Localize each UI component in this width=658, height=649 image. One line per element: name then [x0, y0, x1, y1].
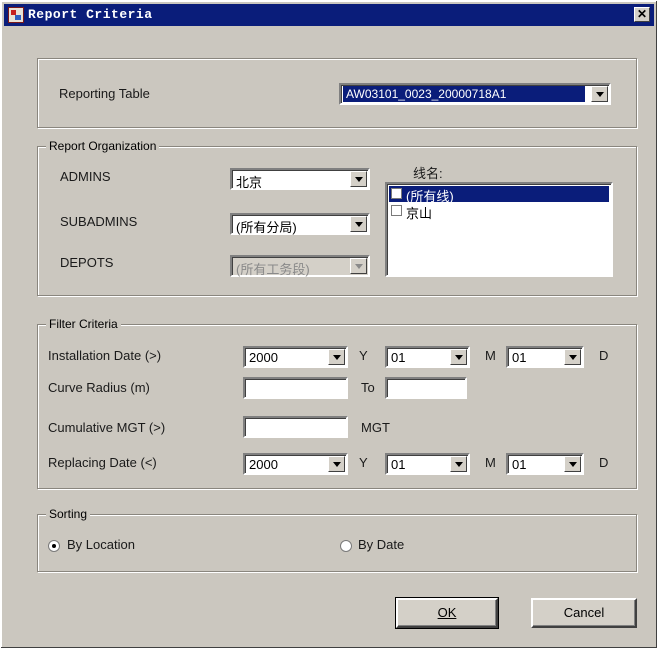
curve-radius-to-label: To — [361, 380, 375, 395]
replacing-day-select[interactable]: 01 — [506, 453, 584, 475]
installation-month-select[interactable]: 01 — [385, 346, 470, 368]
report-organization-title: Report Organization — [46, 139, 160, 153]
replacing-date-label: Replacing Date (<) — [48, 455, 157, 470]
replacing-month-value: 01 — [391, 457, 406, 472]
cumulative-mgt-label: Cumulative MGT (>) — [48, 420, 166, 435]
chevron-down-icon[interactable] — [564, 349, 581, 365]
report-organization-group: Report Organization ADMINS 北京 SUBADMINS … — [37, 139, 637, 296]
subadmins-label: SUBADMINS — [60, 214, 138, 229]
ok-button[interactable]: OK — [395, 597, 499, 629]
app-icon — [8, 7, 24, 23]
reporting-table-value: AW03101_0023_20000718A1 — [343, 86, 585, 102]
chevron-down-icon[interactable] — [591, 86, 608, 102]
depots-label: DEPOTS — [60, 255, 114, 270]
reporting-table-group: Reporting Table AW03101_0023_20000718A1 — [37, 58, 637, 128]
close-button[interactable]: ✕ — [634, 7, 650, 22]
window-title: Report Criteria — [28, 7, 153, 22]
subadmins-select[interactable]: (所有分局) — [230, 213, 370, 235]
admins-select[interactable]: 北京 — [230, 168, 370, 190]
chevron-down-icon[interactable] — [450, 349, 467, 365]
replacing-day-value: 01 — [512, 457, 527, 472]
curve-radius-to-input[interactable] — [385, 377, 467, 399]
curve-radius-label: Curve Radius (m) — [48, 380, 150, 395]
depots-select: (所有工务段) — [230, 255, 370, 277]
cancel-button[interactable]: Cancel — [531, 598, 637, 628]
chevron-down-icon — [350, 258, 367, 274]
by-location-label[interactable]: By Location — [67, 537, 135, 552]
list-item-label: 京山 — [406, 206, 433, 221]
sorting-group: Sorting By Location By Date — [37, 507, 637, 572]
year-unit-label: Y — [359, 455, 368, 470]
year-unit-label: Y — [359, 348, 368, 363]
reporting-table-select[interactable]: AW03101_0023_20000718A1 — [339, 83, 611, 105]
month-unit-label: M — [485, 348, 496, 363]
list-item[interactable]: (所有线) — [389, 186, 609, 204]
chevron-down-icon[interactable] — [450, 456, 467, 472]
by-date-label[interactable]: By Date — [358, 537, 404, 552]
replacing-year-select[interactable]: 2000 — [243, 453, 348, 475]
replacing-year-value: 2000 — [249, 457, 278, 472]
by-location-radio[interactable] — [48, 540, 60, 552]
installation-day-select[interactable]: 01 — [506, 346, 584, 368]
report-criteria-dialog: Report Criteria ✕ Reporting Table AW0310… — [0, 0, 658, 649]
by-date-radio[interactable] — [340, 540, 352, 552]
subadmins-value: (所有分局) — [236, 220, 297, 235]
chevron-down-icon[interactable] — [564, 456, 581, 472]
admins-value: 北京 — [236, 175, 263, 190]
mgt-unit-label: MGT — [361, 420, 390, 435]
depots-value: (所有工务段) — [236, 262, 310, 277]
installation-date-label: Installation Date (>) — [48, 348, 162, 363]
installation-month-value: 01 — [391, 350, 406, 365]
reporting-table-label: Reporting Table — [59, 86, 150, 101]
day-unit-label: D — [599, 455, 609, 470]
checkbox[interactable] — [391, 188, 402, 199]
line-name-label: 线名: — [413, 166, 443, 181]
title-bar[interactable]: Report Criteria ✕ — [4, 4, 654, 26]
installation-day-value: 01 — [512, 350, 527, 365]
month-unit-label: M — [485, 455, 496, 470]
filter-criteria-group: Filter Criteria Installation Date (>) 20… — [37, 317, 637, 489]
installation-year-value: 2000 — [249, 350, 278, 365]
checkbox[interactable] — [391, 205, 402, 216]
list-item[interactable]: 京山 — [389, 203, 609, 221]
cumulative-mgt-input[interactable] — [243, 416, 348, 438]
chevron-down-icon[interactable] — [328, 456, 345, 472]
installation-year-select[interactable]: 2000 — [243, 346, 348, 368]
filter-criteria-title: Filter Criteria — [46, 317, 121, 331]
chevron-down-icon[interactable] — [328, 349, 345, 365]
replacing-month-select[interactable]: 01 — [385, 453, 470, 475]
day-unit-label: D — [599, 348, 609, 363]
admins-label: ADMINS — [60, 169, 111, 184]
chevron-down-icon[interactable] — [350, 216, 367, 232]
chevron-down-icon[interactable] — [350, 171, 367, 187]
sorting-title: Sorting — [46, 507, 91, 521]
ok-button-label: OK — [437, 605, 457, 620]
cancel-button-label: Cancel — [563, 605, 605, 620]
curve-radius-from-input[interactable] — [243, 377, 348, 399]
line-listbox[interactable]: (所有线) 京山 — [385, 182, 613, 277]
